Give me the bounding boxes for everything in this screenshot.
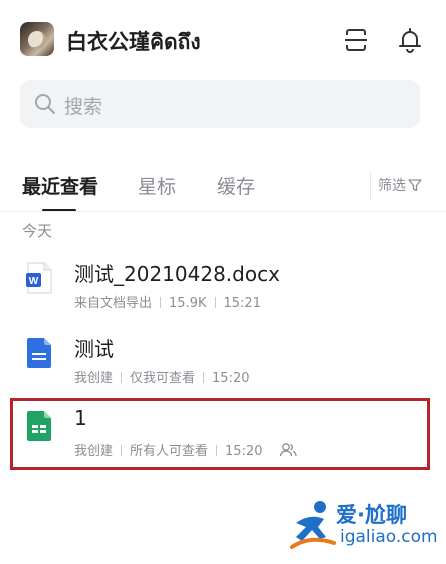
file-size: 15.9K xyxy=(169,296,207,311)
file-row[interactable]: 测试 我创建 仅我可查看 15:20 xyxy=(0,333,446,405)
watermark-logo-icon xyxy=(290,501,336,549)
file-row[interactable]: W 测试_20210428.docx 来自文档导出 15.9K 15:21 xyxy=(0,258,446,330)
highlight-box xyxy=(10,398,430,470)
filter-divider xyxy=(370,172,371,200)
file-time: 15:21 xyxy=(223,296,261,311)
top-bar: 白衣公瑾คิดถึง xyxy=(0,0,446,80)
meta-separator xyxy=(121,372,123,383)
meta-separator xyxy=(203,372,205,383)
scan-icon[interactable] xyxy=(342,26,370,54)
meta-separator xyxy=(160,297,162,308)
avatar[interactable] xyxy=(20,22,54,56)
watermark: 爱·尬聊 igaliao.com xyxy=(290,497,440,557)
file-source: 来自文档导出 xyxy=(74,296,153,311)
file-name: 测试_20210428.docx xyxy=(74,262,280,286)
filter-icon[interactable] xyxy=(408,177,422,192)
tabs-divider xyxy=(0,211,446,212)
tab-cache[interactable]: 缓存 xyxy=(217,172,255,199)
doc-icon xyxy=(26,337,52,369)
avatar-face xyxy=(28,31,46,49)
file-owner: 我创建 xyxy=(74,371,114,386)
word-doc-icon: W xyxy=(26,262,52,294)
meta-separator xyxy=(214,297,216,308)
svg-text:W: W xyxy=(29,276,39,287)
bell-icon[interactable] xyxy=(396,26,424,54)
watermark-domain: igaliao.com xyxy=(340,527,438,547)
file-name: 测试 xyxy=(74,337,114,361)
username[interactable]: 白衣公瑾คิดถึง xyxy=(66,26,201,59)
tab-bar: 最近查看 星标 缓存 筛选 xyxy=(0,160,446,212)
file-time: 15:20 xyxy=(212,371,250,386)
file-meta: 我创建 仅我可查看 15:20 xyxy=(74,367,250,386)
section-today: 今天 xyxy=(22,222,53,240)
file-meta: 来自文档导出 15.9K 15:21 xyxy=(74,292,261,311)
file-permission: 仅我可查看 xyxy=(130,371,196,386)
tab-starred[interactable]: 星标 xyxy=(138,172,176,199)
tab-recent[interactable]: 最近查看 xyxy=(22,172,98,199)
search-icon xyxy=(34,93,56,115)
search-placeholder: 搜索 xyxy=(64,96,103,118)
search-bar[interactable]: 搜索 xyxy=(20,80,420,128)
filter-button[interactable]: 筛选 xyxy=(378,175,406,195)
watermark-text: 爱·尬聊 xyxy=(336,503,407,527)
